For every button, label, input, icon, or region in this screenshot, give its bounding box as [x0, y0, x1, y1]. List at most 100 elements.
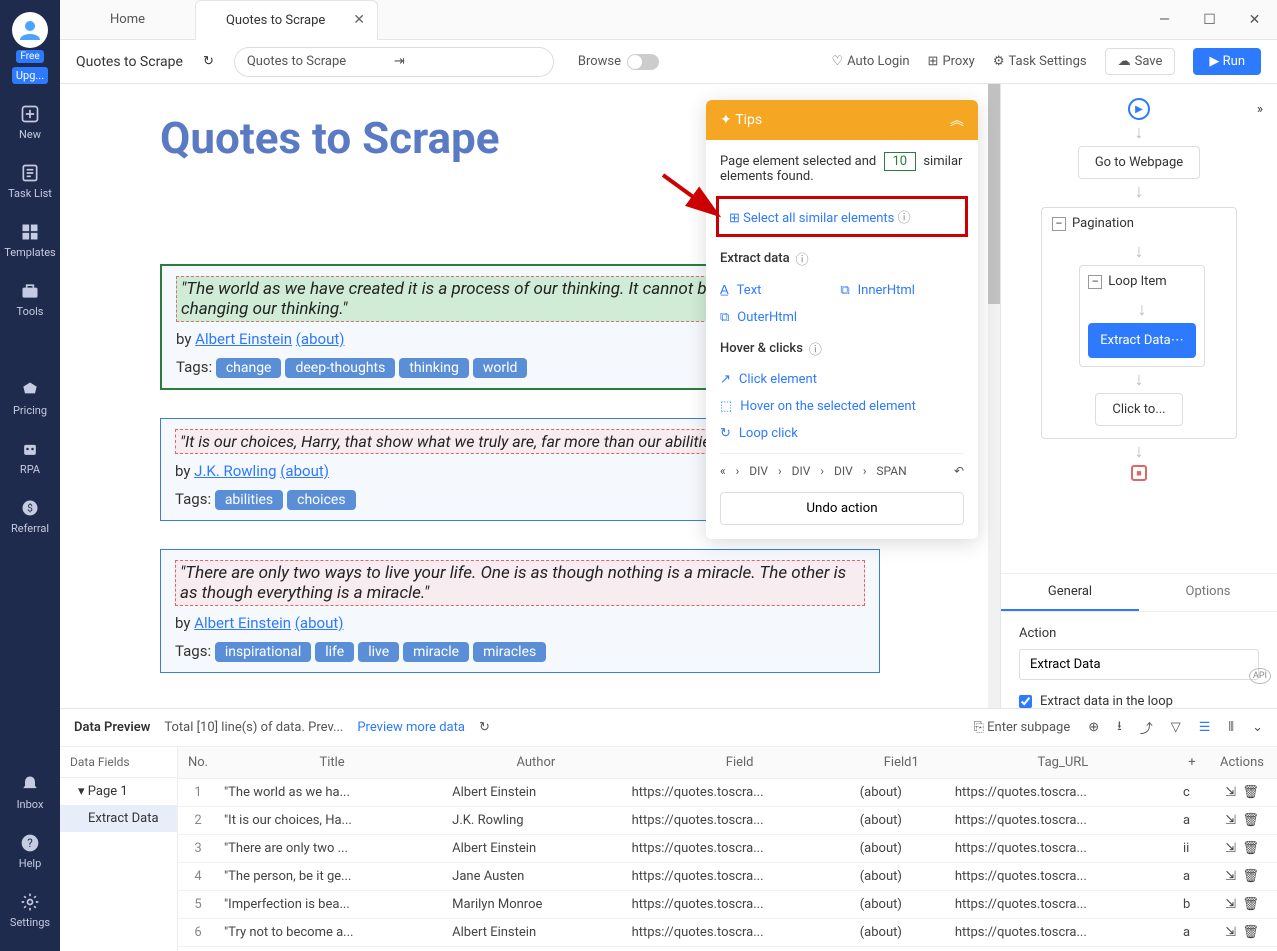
- crumb[interactable]: DIV: [749, 464, 768, 478]
- column-header[interactable]: Field1: [854, 747, 949, 779]
- table-row[interactable]: 2"It is our choices, Ha...J.K. Rowlinght…: [178, 807, 1277, 835]
- crumb[interactable]: DIV: [792, 464, 811, 478]
- more-icon[interactable]: ⌄: [1252, 720, 1263, 735]
- collapse-icon[interactable]: –: [1052, 217, 1066, 231]
- collapse-icon[interactable]: ︽: [950, 110, 964, 130]
- table-row[interactable]: 3"There are only two ...Albert Einsteinh…: [178, 835, 1277, 863]
- upgrade-button[interactable]: Upg...: [12, 67, 48, 84]
- sidebar-item-referral[interactable]: $Referral: [11, 498, 49, 535]
- tag[interactable]: life: [315, 642, 354, 662]
- autologin-button[interactable]: ♡ Auto Login: [831, 54, 909, 69]
- enter-subpage[interactable]: ⎘ Enter subpage: [974, 720, 1071, 735]
- maximize-button[interactable]: ☐: [1187, 0, 1232, 40]
- column-header[interactable]: Author: [446, 747, 625, 779]
- tree-extract-data[interactable]: Extract Data: [60, 805, 177, 832]
- tab-home[interactable]: Home: [60, 12, 195, 27]
- about-link[interactable]: (about): [280, 462, 329, 480]
- url-input[interactable]: Quotes to Scrape ⇥: [234, 47, 554, 77]
- preview-more-link[interactable]: Preview more data: [357, 720, 465, 735]
- nav-first-icon[interactable]: «: [720, 464, 726, 478]
- tag[interactable]: deep-thoughts: [285, 358, 395, 378]
- about-link[interactable]: (about): [296, 330, 345, 348]
- more-icon[interactable]: ⋯: [1171, 333, 1184, 348]
- click-element[interactable]: ↗Click element: [720, 366, 964, 393]
- sidebar-item-inbox[interactable]: Inbox: [17, 774, 44, 811]
- node-click-to[interactable]: Click to...: [1095, 393, 1182, 426]
- collapse-icon[interactable]: –: [1088, 275, 1102, 289]
- tab-active[interactable]: Quotes to Scrape ✕: [195, 0, 378, 40]
- sidebar-item-rpa[interactable]: RPA: [20, 439, 40, 476]
- tag[interactable]: change: [216, 358, 282, 378]
- tag[interactable]: world: [473, 358, 528, 378]
- about-link[interactable]: (about): [295, 614, 344, 632]
- tab-general[interactable]: General: [1001, 574, 1139, 611]
- tag[interactable]: inspirational: [215, 642, 311, 662]
- extract-text[interactable]: A̲Text: [720, 276, 837, 304]
- go-icon[interactable]: ⇥: [394, 54, 541, 69]
- run-button[interactable]: ▶ Run: [1193, 48, 1261, 75]
- column-header[interactable]: Field: [626, 747, 854, 779]
- delete-row-icon[interactable]: 🗑: [1242, 869, 1259, 884]
- tree-page1[interactable]: ▾ Page 1: [60, 778, 177, 805]
- grid-view-icon[interactable]: ⦀: [1228, 720, 1234, 735]
- node-pagination[interactable]: –Pagination ↓ –Loop Item ↓ Extract Data⋯…: [1041, 207, 1237, 439]
- tag[interactable]: choices: [287, 490, 355, 510]
- sidebar-item-pricing[interactable]: Pricing: [13, 380, 47, 417]
- column-header[interactable]: No.: [178, 747, 218, 779]
- author-link[interactable]: J.K. Rowling: [194, 462, 276, 480]
- list-view-icon[interactable]: ☰: [1199, 720, 1211, 735]
- proxy-button[interactable]: ⊞ Proxy: [928, 54, 975, 69]
- api-badge[interactable]: API: [1249, 668, 1271, 684]
- column-header[interactable]: Actions: [1207, 747, 1277, 779]
- select-all-similar[interactable]: ⊞ Select all similar elements ⓘ: [716, 196, 968, 237]
- undo-icon[interactable]: ↶: [954, 464, 964, 478]
- tag[interactable]: miracle: [403, 642, 469, 662]
- sidebar-item-help[interactable]: ?Help: [19, 833, 42, 870]
- node-extract-data[interactable]: Extract Data⋯: [1088, 323, 1196, 358]
- column-header[interactable]: Tag_URL: [949, 747, 1177, 779]
- sidebar-item-templates[interactable]: Templates: [4, 222, 55, 259]
- crumb[interactable]: DIV: [834, 464, 853, 478]
- tag[interactable]: live: [358, 642, 399, 662]
- author-link[interactable]: Albert Einstein: [194, 614, 291, 632]
- hover-element[interactable]: ⬚Hover on the selected element: [720, 393, 964, 420]
- node-loop-item[interactable]: –Loop Item ↓ Extract Data⋯: [1079, 265, 1205, 367]
- export-row-icon[interactable]: ⇲: [1225, 813, 1236, 828]
- action-input[interactable]: [1019, 649, 1259, 680]
- minimize-button[interactable]: —: [1142, 0, 1187, 40]
- export-row-icon[interactable]: ⇲: [1225, 925, 1236, 940]
- extract-in-loop-checkbox[interactable]: Extract data in the loop: [1019, 694, 1259, 709]
- tag[interactable]: thinking: [399, 358, 469, 378]
- close-window-button[interactable]: ✕: [1232, 0, 1277, 40]
- delete-row-icon[interactable]: 🗑: [1242, 897, 1259, 912]
- expand-icon[interactable]: »: [1257, 102, 1263, 117]
- refresh-icon[interactable]: ↻: [479, 720, 490, 735]
- crumb[interactable]: SPAN: [876, 464, 906, 478]
- add-column-icon[interactable]: +: [1177, 747, 1207, 779]
- sidebar-item-settings[interactable]: Settings: [10, 892, 50, 929]
- sidebar-item-tasklist[interactable]: Task List: [8, 163, 52, 200]
- delete-row-icon[interactable]: 🗑: [1242, 925, 1259, 940]
- loop-click[interactable]: ↻Loop click: [720, 420, 964, 447]
- column-header[interactable]: Title: [218, 747, 446, 779]
- export-row-icon[interactable]: ⇲: [1225, 841, 1236, 856]
- quote-text[interactable]: "There are only two ways to live your li…: [175, 560, 865, 606]
- export-icon[interactable]: ⤴: [1140, 718, 1153, 737]
- add-icon[interactable]: ⊕: [1088, 720, 1099, 735]
- delete-row-icon[interactable]: 🗑: [1242, 785, 1259, 800]
- table-row[interactable]: 5"Imperfection is bea...Marilyn Monroeht…: [178, 891, 1277, 919]
- task-settings-button[interactable]: ⚙ Task Settings: [993, 54, 1087, 69]
- tag[interactable]: abilities: [215, 490, 283, 510]
- quote-box-3[interactable]: "There are only two ways to live your li…: [160, 549, 880, 673]
- table-row[interactable]: 4"The person, be it ge...Jane Austenhttp…: [178, 863, 1277, 891]
- extract-outerhtml[interactable]: ⧉OuterHtml: [720, 304, 964, 331]
- extract-innerhtml[interactable]: ⧉InnerHtml: [840, 277, 957, 304]
- delete-row-icon[interactable]: 🗑: [1242, 813, 1259, 828]
- app-logo[interactable]: [12, 12, 48, 48]
- undo-action-button[interactable]: Undo action: [720, 492, 964, 525]
- filter-icon[interactable]: ▽: [1171, 720, 1181, 735]
- close-tab-icon[interactable]: ✕: [353, 12, 365, 28]
- tab-options[interactable]: Options: [1139, 574, 1277, 611]
- export-row-icon[interactable]: ⇲: [1225, 785, 1236, 800]
- reload-icon[interactable]: ↻: [203, 54, 214, 69]
